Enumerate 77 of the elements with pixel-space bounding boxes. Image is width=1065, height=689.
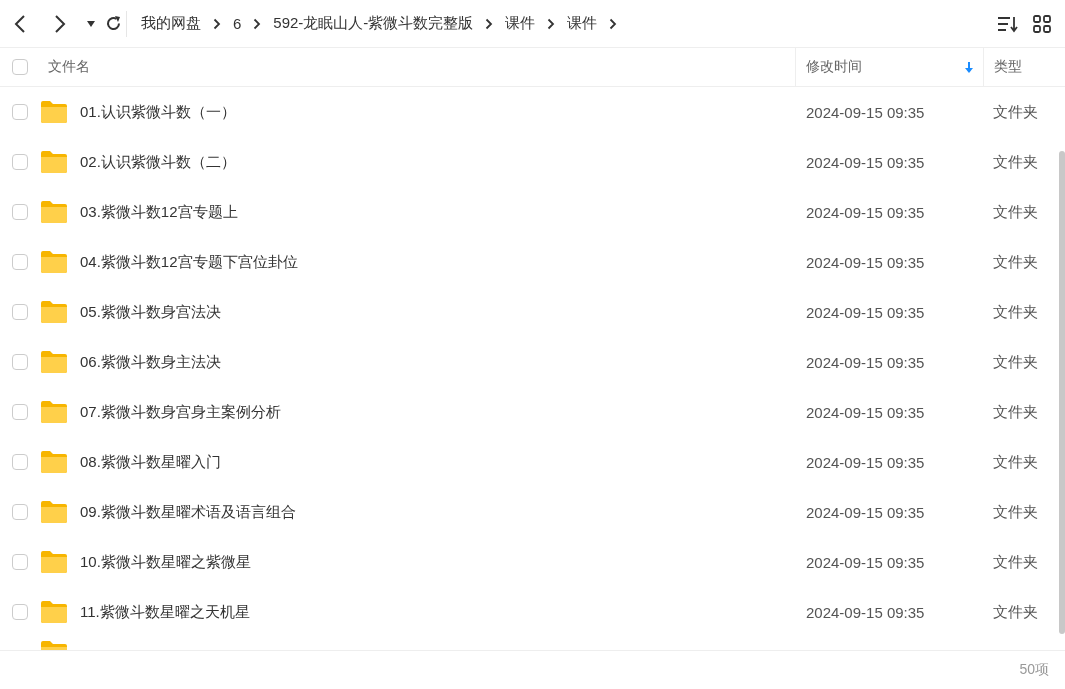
modified-time: 2024-09-15 09:35 — [806, 603, 925, 621]
file-name[interactable]: 11.紫微斗数星曜之天机星 — [80, 602, 250, 622]
column-header[interactable]: 修改时间 — [806, 58, 862, 76]
folder-icon — [41, 551, 67, 573]
row-checkbox[interactable] — [12, 154, 28, 170]
row-checkbox[interactable] — [12, 454, 28, 470]
modified-time: 2024-09-15 09:35 — [806, 403, 925, 421]
file-name[interactable]: 04.紫微斗数12宫专题下宫位卦位 — [80, 252, 298, 272]
row-checkbox[interactable] — [12, 254, 28, 270]
file-name[interactable]: 06.紫微斗数身主法决 — [80, 352, 221, 372]
chevron-right-icon — [547, 17, 556, 30]
row-checkbox[interactable] — [12, 204, 28, 220]
modified-time: 2024-09-15 09:35 — [806, 353, 925, 371]
folder-icon — [41, 151, 67, 173]
modified-time: 2024-09-15 09:35 — [806, 553, 925, 571]
file-type: 文件夹 — [993, 502, 1038, 520]
row-checkbox[interactable] — [12, 104, 28, 120]
file-type: 文件夹 — [993, 152, 1038, 170]
file-type: 文件夹 — [993, 552, 1038, 570]
folder-icon — [41, 301, 67, 323]
folder-icon — [41, 351, 67, 373]
select-all-checkbox[interactable] — [12, 59, 28, 75]
file-type: 文件夹 — [993, 402, 1038, 420]
forward-icon[interactable] — [53, 13, 67, 34]
row-checkbox[interactable] — [12, 304, 28, 320]
chevron-right-icon — [213, 17, 221, 30]
file-name[interactable]: 01.认识紫微斗数（一） — [80, 102, 236, 122]
file-type: 文件夹 — [993, 602, 1038, 620]
file-type: 文件夹 — [993, 102, 1038, 120]
item-count: 50项 — [1019, 661, 1049, 679]
folder-icon — [41, 101, 67, 123]
folder-icon — [41, 601, 67, 623]
dropdown-icon[interactable] — [87, 20, 95, 27]
folder-icon — [41, 201, 67, 223]
chevron-right-icon — [609, 17, 618, 30]
row-checkbox[interactable] — [12, 504, 28, 520]
file-name[interactable]: 10.紫微斗数星曜之紫微星 — [80, 552, 251, 572]
file-name[interactable]: 03.紫微斗数12宫专题上 — [80, 202, 238, 222]
modified-time: 2024-09-15 09:35 — [806, 303, 925, 321]
file-name[interactable]: 08.紫微斗数星曜入门 — [80, 452, 221, 472]
row-checkbox[interactable] — [12, 404, 28, 420]
modified-time: 2024-09-15 09:35 — [806, 453, 925, 471]
folder-icon — [41, 401, 67, 423]
grid-view-icon[interactable] — [1033, 14, 1051, 33]
breadcrumb-item[interactable]: 我的网盘 — [141, 14, 201, 33]
file-type: 文件夹 — [993, 352, 1038, 370]
file-name[interactable]: 02.认识紫微斗数（二） — [80, 152, 236, 172]
modified-time: 2024-09-15 09:35 — [806, 153, 925, 171]
folder-icon — [41, 501, 67, 523]
column-header[interactable]: 文件名 — [48, 58, 90, 76]
folder-icon — [41, 251, 67, 273]
sort-list-icon[interactable] — [997, 14, 1019, 33]
chevron-right-icon — [485, 17, 494, 30]
column-header[interactable]: 类型 — [994, 58, 1022, 76]
breadcrumb-item[interactable]: 课件 — [567, 14, 598, 33]
sort-down-arrow-icon — [965, 61, 973, 73]
breadcrumb-item[interactable]: 592-龙眠山人-紫微斗数完整版 — [273, 14, 474, 33]
modified-time: 2024-09-15 09:35 — [806, 503, 925, 521]
file-name[interactable]: 09.紫微斗数星曜术语及语言组合 — [80, 502, 296, 522]
row-checkbox[interactable] — [12, 554, 28, 570]
breadcrumb-item[interactable]: 课件 — [505, 14, 536, 33]
file-type: 文件夹 — [993, 302, 1038, 320]
modified-time: 2024-09-15 09:35 — [806, 103, 925, 121]
file-type: 文件夹 — [993, 252, 1038, 270]
row-checkbox[interactable] — [12, 354, 28, 370]
breadcrumb-item[interactable]: 6 — [233, 15, 242, 32]
refresh-icon[interactable] — [105, 15, 122, 32]
back-icon[interactable] — [13, 13, 27, 34]
folder-icon — [41, 451, 67, 473]
file-type: 文件夹 — [993, 452, 1038, 470]
file-type: 文件夹 — [993, 202, 1038, 220]
file-name[interactable]: 05.紫微斗数身宫法决 — [80, 302, 221, 322]
file-name[interactable]: 07.紫微斗数身宫身主案例分析 — [80, 402, 281, 422]
modified-time: 2024-09-15 09:35 — [806, 253, 925, 271]
chevron-right-icon — [253, 17, 262, 30]
modified-time: 2024-09-15 09:35 — [806, 203, 925, 221]
row-checkbox[interactable] — [12, 604, 28, 620]
